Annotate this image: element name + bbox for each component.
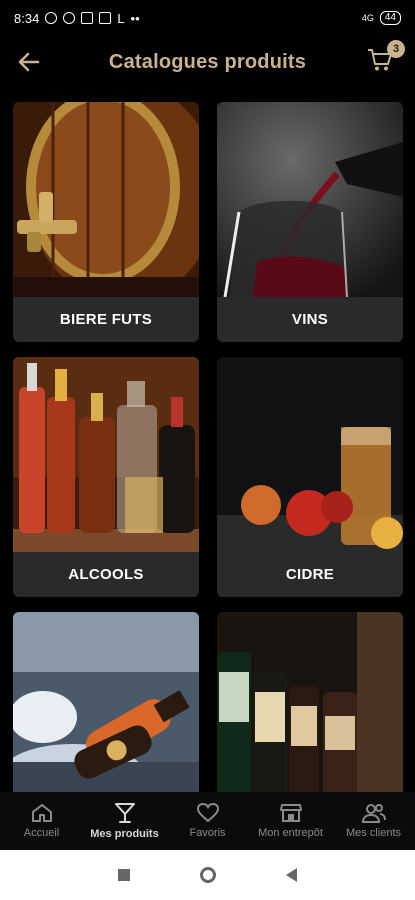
cider-apples-image [217, 357, 403, 552]
catalog-card-beer-bottles[interactable] [217, 612, 403, 792]
bottom-nav: Accueil Mes produits Favoris Mon entrepô… [0, 792, 415, 850]
catalog-card-bottles-ice[interactable] [13, 612, 199, 792]
status-bar: 8:34 L •• 4G 44 [0, 0, 415, 36]
nav-item-favoris[interactable]: Favoris [166, 792, 249, 850]
back-triangle-icon[interactable] [286, 868, 297, 882]
page-title: Catalogues produits [108, 50, 307, 73]
status-time: 8:34 [14, 10, 40, 26]
catalog-card-biere-futs[interactable]: BIERE FUTS [13, 102, 199, 342]
wooden-barrel-image [13, 102, 199, 297]
cocktail-icon [114, 803, 135, 823]
back-arrow-icon [18, 52, 40, 72]
linkedin-icon [81, 12, 94, 24]
status-left: 8:34 L •• [14, 11, 140, 26]
nav-label: Mes clients [345, 827, 402, 839]
catalog-card-cidre[interactable]: CIDRE [217, 357, 403, 597]
nav-label: Mon entrepôt [258, 827, 323, 839]
heart-icon [196, 803, 219, 823]
home-circle-icon[interactable] [200, 867, 216, 883]
linkedin-icon-2 [99, 12, 112, 24]
nav-item-accueil[interactable]: Accueil [0, 792, 83, 850]
back-button[interactable] [14, 48, 44, 76]
catalog-card-label: BIERE FUTS [13, 297, 199, 342]
catalog-card-vins[interactable]: VINS [217, 102, 403, 342]
catalog-card-label: VINS [217, 297, 403, 342]
wine-pour-image [217, 102, 403, 297]
nav-item-mon-entrepot[interactable]: Mon entrepôt [249, 792, 332, 850]
beer-bottles-image [217, 612, 403, 792]
status-dots: •• [130, 10, 140, 26]
bottles-on-ice-image [13, 612, 199, 792]
cart-count-badge: 3 [387, 40, 405, 58]
alarm-icon [45, 12, 58, 24]
status-right: 4G 44 [362, 11, 401, 25]
app-bar: Catalogues produits 3 [0, 36, 415, 88]
nav-label: Accueil [23, 827, 60, 839]
signal-icon: 4G [361, 13, 374, 23]
catalog-grid: BIERE FUTS VINS ALCOOLS CIDRE [0, 102, 415, 792]
nav-label: Mes produits [90, 828, 159, 840]
catalog-card-alcools[interactable]: ALCOOLS [13, 357, 199, 597]
users-icon [361, 804, 386, 823]
home-icon [31, 804, 52, 822]
liquor-bottles-image [13, 357, 199, 552]
recents-icon[interactable] [118, 869, 130, 881]
battery-icon: 44 [379, 11, 401, 25]
nav-item-mes-produits[interactable]: Mes produits [83, 792, 166, 850]
nav-item-mes-clients[interactable]: Mes clients [332, 792, 415, 850]
catalog-card-label: CIDRE [217, 552, 403, 597]
store-icon [279, 804, 302, 822]
settings-icon [63, 12, 76, 24]
system-nav-bar [0, 850, 415, 900]
catalog-card-label: ALCOOLS [13, 552, 199, 597]
cart-button[interactable]: 3 [367, 40, 405, 76]
status-letter: L [117, 10, 125, 26]
nav-label: Favoris [189, 827, 226, 839]
